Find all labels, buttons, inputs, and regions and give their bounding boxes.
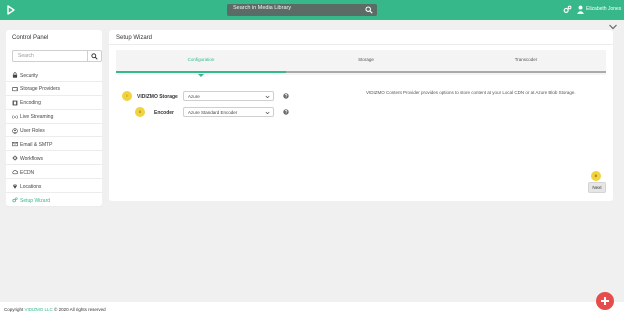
plus-icon [601, 297, 609, 305]
step-storage[interactable]: Storage [286, 50, 446, 75]
wizard-steps: Configuration Storage Transcoder [116, 50, 606, 77]
film-icon [12, 100, 18, 106]
hint-badge[interactable]: iii [591, 171, 601, 181]
sidebar-item-label: Encoding [20, 100, 41, 107]
sidebar-item-live-streaming[interactable]: Live Streaming [6, 110, 102, 124]
chevron-down-icon [265, 111, 270, 114]
encoder-label: Encoder [154, 109, 175, 116]
footer: Copyright VIDIZMO LLC © 2020 All rights … [0, 302, 624, 317]
settings-gears-icon[interactable] [563, 5, 572, 14]
step-progress-bar [116, 71, 286, 73]
step-transcoder[interactable]: Transcoder [446, 50, 606, 75]
step-progress-bar [446, 71, 606, 73]
sidebar-search-input[interactable]: Search [18, 53, 34, 59]
step-label: Transcoder [514, 57, 538, 62]
sidebar-item-label: Locations [20, 183, 42, 190]
gears-icon [12, 197, 18, 203]
encoder-select[interactable]: Azure Standard Encoder [183, 107, 274, 117]
company-link[interactable]: VIDIZMO LLC [25, 307, 53, 312]
sidebar-item-email-smtp[interactable]: Email & SMTP [6, 137, 102, 152]
sidebar-item-label: Email & SMTP [20, 141, 53, 148]
sidebar-title: Control Panel [12, 35, 49, 41]
vidizmo-storage-select[interactable]: Azure [183, 91, 274, 101]
select-value: Azure [188, 94, 200, 99]
user-circle-icon [12, 127, 18, 134]
sidebar-item-label: ECDN [20, 169, 35, 176]
next-button[interactable]: Next [588, 182, 606, 193]
add-button[interactable] [596, 292, 614, 310]
hard-drive-icon [12, 87, 18, 92]
sidebar-item-label: Setup Wizard [20, 197, 51, 204]
sidebar-item-encoding[interactable]: Encoding [6, 96, 102, 110]
sidebar-item-label: Workflows [20, 155, 43, 162]
step-configuration[interactable]: Configuration [116, 50, 286, 77]
hint-badge[interactable]: i [122, 91, 132, 101]
storage-description: VIDIZMO Content Provider provides option… [366, 90, 576, 95]
sidebar-item-label: User Roles [20, 128, 45, 135]
help-icon[interactable] [283, 109, 289, 115]
vidizmo-storage-label: VIDIZMO Storage [137, 93, 178, 100]
search-divider [87, 51, 88, 61]
media-library-search[interactable]: Search in Media Library [227, 4, 377, 16]
sidebar-item-locations[interactable]: Locations [6, 179, 102, 194]
step-progress-bar [286, 71, 446, 73]
map-pin-icon [13, 184, 17, 189]
sidebar-search[interactable]: Search [12, 50, 102, 62]
sidebar-item-user-roles[interactable]: User Roles [6, 124, 102, 138]
user-name[interactable]: Elizabeth Jones [586, 6, 621, 12]
title-divider [109, 44, 613, 45]
user-avatar-icon[interactable] [577, 5, 584, 14]
vidizmo-logo-icon[interactable] [6, 5, 16, 15]
sidebar-item-ecdn[interactable]: ECDN [6, 165, 102, 180]
sidebar-item-label: Live Streaming [20, 114, 54, 121]
sidebar-item-label: Storage Providers [20, 86, 61, 93]
copyright-prefix: Copyright [4, 307, 25, 312]
setup-wizard-panel: Setup Wizard Configuration Storage Trans… [109, 30, 613, 201]
sidebar-item-security[interactable]: Security [6, 68, 102, 82]
search-icon[interactable] [91, 53, 98, 60]
hint-badge[interactable]: ii [135, 107, 145, 117]
step-label: Storage [358, 57, 374, 62]
cloud-icon [12, 170, 18, 175]
page-title: Setup Wizard [116, 35, 153, 41]
copyright-suffix: © 2020 All rights reserved [52, 307, 106, 312]
step-label: Configuration [187, 57, 215, 62]
sidebar-item-storage-providers[interactable]: Storage Providers [6, 82, 102, 96]
chevron-down-icon [265, 95, 270, 98]
top-navigation-bar: Search in Media Library Elizabeth Jones [0, 0, 624, 20]
help-icon[interactable] [283, 93, 289, 99]
control-panel-sidebar: Control Panel Search Security Storage Pr… [6, 30, 102, 207]
media-library-search-input[interactable]: Search in Media Library [233, 5, 291, 11]
lock-icon [12, 72, 18, 78]
envelope-icon [12, 142, 18, 147]
copyright-text: Copyright VIDIZMO LLC © 2020 All rights … [4, 307, 106, 312]
broadcast-icon [12, 114, 18, 119]
sidebar-menu: Security Storage Providers Encoding Live… [6, 68, 102, 207]
search-icon[interactable] [365, 6, 373, 14]
sidebar-item-label: Security [20, 72, 39, 79]
sidebar-item-workflows[interactable]: Workflows [6, 151, 102, 166]
workflow-icon [12, 155, 18, 161]
sidebar-item-setup-wizard[interactable]: Setup Wizard [6, 193, 102, 207]
select-value: Azure Standard Encoder [188, 110, 238, 115]
